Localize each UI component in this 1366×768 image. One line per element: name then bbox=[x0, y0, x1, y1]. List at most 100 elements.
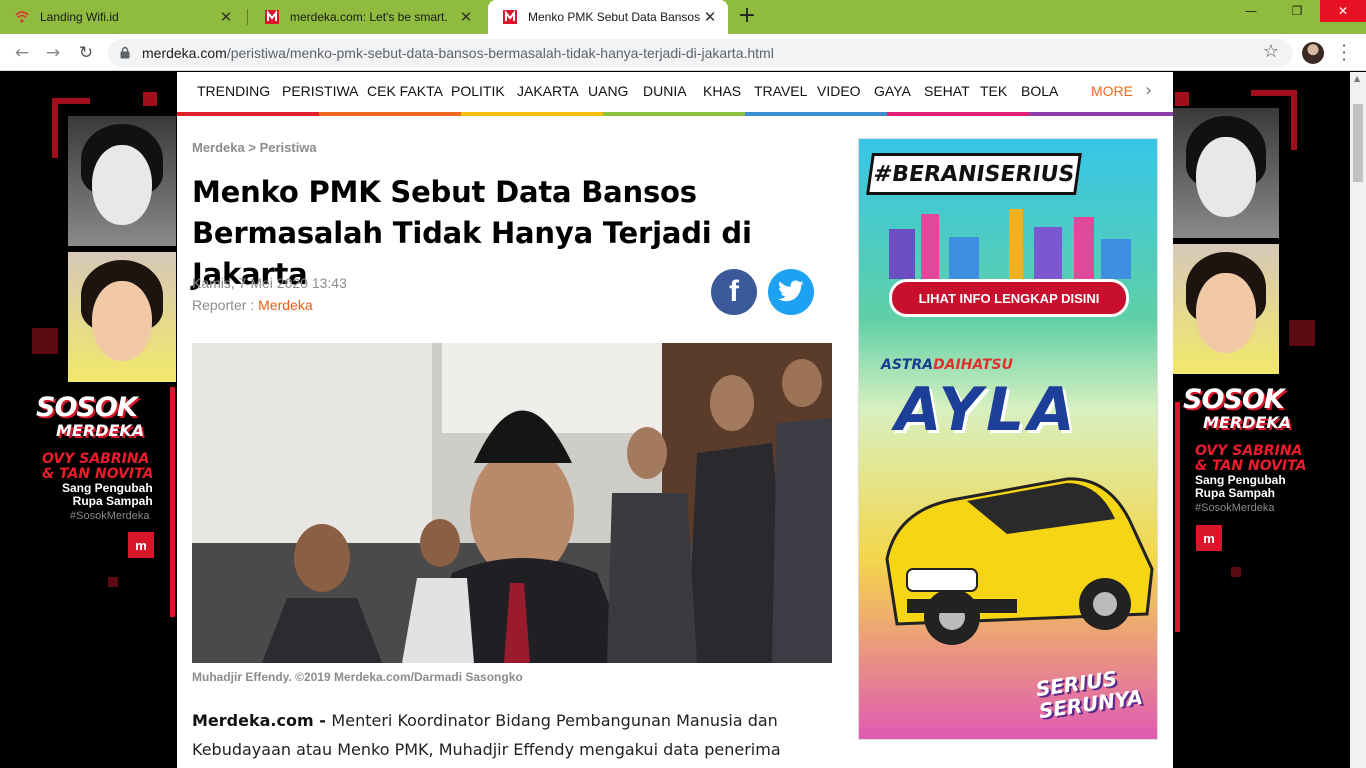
sosok-tagline: Sang Pengubah Rupa Sampah bbox=[1195, 474, 1286, 500]
nav-color-bar bbox=[1029, 112, 1173, 116]
sosok-subtitle: MERDEKA bbox=[1203, 413, 1292, 432]
merdeka-logo-icon bbox=[502, 9, 518, 25]
merdeka-logo-icon bbox=[264, 9, 280, 25]
tagline-line: Rupa Sampah bbox=[1195, 486, 1276, 500]
portrait-photo bbox=[1173, 244, 1279, 374]
article-meta: Kamis, 7 Mei 2020 13:43 Reporter : Merde… bbox=[192, 272, 347, 316]
car-illustration bbox=[885, 477, 1154, 645]
nav-item-trending[interactable]: TRENDING bbox=[197, 83, 270, 99]
skin-decoration bbox=[52, 98, 58, 158]
article-lead-paragraph: Merdeka.com - Menteri Koordinator Bidang… bbox=[192, 706, 832, 768]
names-line: & TAN NOVITA bbox=[42, 466, 154, 482]
sosok-merdeka-logo: SOSOK MERDEKA bbox=[36, 394, 144, 440]
page-viewport: SOSOK MERDEKA OVY SABRINA & TAN NOVITA S… bbox=[0, 72, 1350, 768]
scrollbar-thumb[interactable] bbox=[1353, 104, 1363, 182]
nav-color-bar bbox=[603, 112, 745, 116]
skin-ad-right[interactable]: SOSOK MERDEKA OVY SABRINA & TAN NOVITA S… bbox=[1173, 72, 1350, 768]
tab-close-icon[interactable]: ✕ bbox=[218, 8, 234, 26]
nav-item-sehat[interactable]: SEHAT bbox=[924, 83, 970, 99]
article-photo-image bbox=[192, 343, 832, 663]
nav-item-video[interactable]: VIDEO bbox=[817, 83, 861, 99]
back-arrow-icon[interactable]: ← bbox=[10, 41, 34, 65]
nav-item-peristiwa[interactable]: PERISTIWA bbox=[282, 83, 359, 99]
ad-slogan: SERIUS SERUNYA bbox=[1034, 664, 1144, 723]
sosok-names: OVY SABRINA & TAN NOVITA bbox=[1195, 444, 1306, 474]
skin-ad-left[interactable]: SOSOK MERDEKA OVY SABRINA & TAN NOVITA S… bbox=[0, 72, 177, 768]
nav-item-uang[interactable]: UANG bbox=[588, 83, 628, 99]
bookmark-star-icon[interactable]: ☆ bbox=[1263, 41, 1279, 62]
tab-title: Menko PMK Sebut Data Bansos B bbox=[528, 10, 702, 24]
nav-item-bola[interactable]: BOLA bbox=[1021, 83, 1058, 99]
address-bar[interactable]: merdeka.com/peristiwa/menko-pmk-sebut-da… bbox=[108, 39, 1293, 67]
ad-model-name: AYLA bbox=[895, 375, 1079, 445]
menu-dots-icon[interactable]: · · · bbox=[1338, 38, 1350, 68]
nav-item-gaya[interactable]: GAYA bbox=[874, 83, 911, 99]
tab-close-icon[interactable]: ✕ bbox=[458, 8, 474, 26]
sosok-hashtag: #SosokMerdeka bbox=[1195, 502, 1275, 514]
sosok-merdeka-logo: SOSOK MERDEKA bbox=[1183, 386, 1291, 432]
tab-article-active[interactable]: Menko PMK Sebut Data Bansos B ✕ bbox=[488, 0, 728, 34]
nav-item-jakarta[interactable]: JAKARTA bbox=[517, 83, 579, 99]
nav-item-travel[interactable]: TRAVEL bbox=[754, 83, 807, 99]
skin-decoration bbox=[143, 92, 157, 106]
facebook-share-button[interactable]: f bbox=[711, 269, 757, 315]
tab-merdeka-home[interactable]: merdeka.com: Let's be smart. ✕ bbox=[250, 0, 484, 34]
nav-item-politik[interactable]: POLITIK bbox=[451, 83, 505, 99]
skin-decoration bbox=[170, 387, 175, 617]
ad-cta-button[interactable]: LIHAT INFO LENGKAP DISINI bbox=[889, 279, 1129, 317]
tab-title: merdeka.com: Let's be smart. bbox=[290, 10, 448, 24]
close-window-button[interactable]: ✕ bbox=[1320, 0, 1366, 22]
reload-icon[interactable]: ↻ bbox=[74, 41, 98, 65]
minimize-button[interactable]: — bbox=[1228, 0, 1274, 22]
restore-button[interactable]: ❐ bbox=[1274, 0, 1320, 22]
sosok-title: SOSOK bbox=[36, 392, 138, 423]
sosok-names: OVY SABRINA & TAN NOVITA bbox=[42, 452, 153, 482]
new-tab-button[interactable]: + bbox=[736, 5, 758, 28]
nav-item-cek-fakta[interactable]: CEK FAKTA bbox=[367, 83, 443, 99]
main-content: TRENDING PERISTIWA CEK FAKTA POLITIK JAK… bbox=[177, 72, 1173, 768]
twitter-icon bbox=[778, 280, 804, 302]
forward-arrow-icon[interactable]: → bbox=[41, 41, 65, 65]
skin-decoration bbox=[1231, 567, 1241, 577]
tagline-line: Rupa Sampah bbox=[72, 494, 153, 508]
article-reporter: Reporter : Merdeka bbox=[192, 294, 347, 316]
article-photo[interactable] bbox=[192, 343, 832, 663]
names-line: & TAN NOVITA bbox=[1195, 458, 1307, 474]
tab-landing-wifi[interactable]: Landing Wifi.id ✕ bbox=[0, 0, 244, 34]
browser-toolbar: ← → ↻ merdeka.com/peristiwa/menko-pmk-se… bbox=[0, 34, 1366, 71]
nav-item-tek[interactable]: TEK bbox=[980, 83, 1007, 99]
skin-decoration bbox=[1175, 92, 1189, 106]
scroll-up-arrow-icon[interactable]: ▲ bbox=[1354, 74, 1360, 83]
tab-title: Landing Wifi.id bbox=[40, 10, 119, 24]
names-line: OVY SABRINA bbox=[42, 451, 150, 467]
reporter-label: Reporter : bbox=[192, 297, 259, 313]
nav-item-khas[interactable]: KHAS bbox=[703, 83, 741, 99]
ad-brand: ASTRADAIHATSU bbox=[881, 357, 1013, 373]
profile-avatar[interactable] bbox=[1302, 42, 1324, 64]
sidebar-ad-daihatsu-ayla[interactable]: #BERANISERIUS LIHAT INFO LENGKAP DISINI … bbox=[858, 138, 1158, 740]
portrait-photo bbox=[1173, 108, 1279, 238]
nav-item-dunia[interactable]: DUNIA bbox=[643, 83, 687, 99]
lock-icon bbox=[120, 46, 130, 59]
url-text: merdeka.com/peristiwa/menko-pmk-sebut-da… bbox=[142, 45, 774, 61]
nav-color-bar bbox=[887, 112, 1029, 116]
sosok-hashtag: #SosokMerdeka bbox=[70, 510, 150, 522]
portrait-photo bbox=[68, 252, 176, 382]
chevron-right-icon[interactable]: › bbox=[1145, 80, 1152, 101]
sosok-tagline: Sang Pengubah Rupa Sampah bbox=[62, 482, 153, 508]
skin-decoration bbox=[32, 328, 58, 354]
ad-hashtag: #BERANISERIUS bbox=[866, 153, 1082, 195]
skin-decoration bbox=[1289, 320, 1315, 346]
merdeka-logo-icon: m bbox=[1196, 525, 1222, 551]
breadcrumb[interactable]: Merdeka > Peristiwa bbox=[192, 140, 317, 155]
reporter-link[interactable]: Merdeka bbox=[258, 297, 312, 313]
page-scrollbar[interactable]: ▲ bbox=[1350, 72, 1366, 768]
brand-daihatsu: DAIHATSU bbox=[933, 357, 1013, 373]
nav-color-bar bbox=[177, 112, 319, 116]
twitter-share-button[interactable] bbox=[768, 269, 814, 315]
skin-decoration bbox=[108, 577, 118, 587]
names-line: OVY SABRINA bbox=[1195, 443, 1303, 459]
wifi-icon bbox=[14, 9, 30, 25]
tab-close-icon[interactable]: ✕ bbox=[702, 8, 718, 26]
nav-more-button[interactable]: MORE bbox=[1091, 83, 1133, 99]
